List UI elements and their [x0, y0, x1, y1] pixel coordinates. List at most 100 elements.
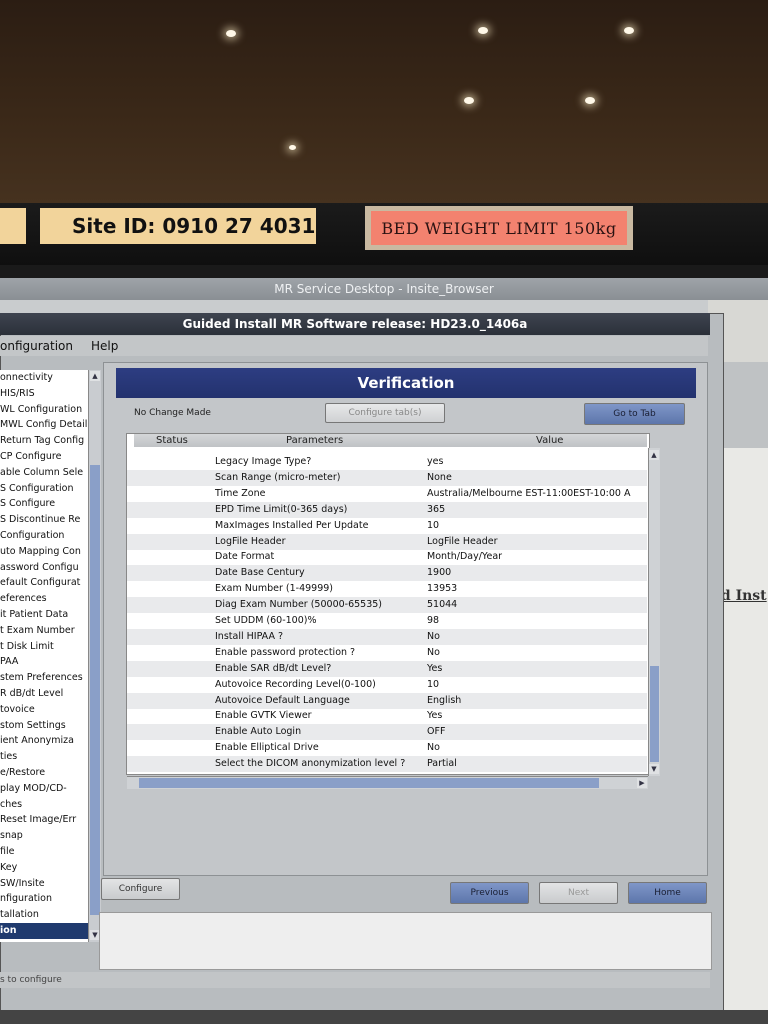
scroll-up-icon[interactable]: ▲ [649, 450, 659, 460]
tree-item[interactable]: t Exam Number [0, 623, 88, 639]
table-row[interactable]: Autovoice Recording Level(0-100) 10 [127, 677, 647, 693]
table-row[interactable]: Select the DICOM anonymization level ? Pa… [127, 756, 647, 773]
tree-item[interactable]: PAA [0, 654, 88, 670]
tree-item[interactable]: stem Preferences [0, 670, 88, 686]
table-horizontal-scrollbar[interactable]: ▶ [127, 776, 648, 789]
menu-bar: onfiguration Help [0, 336, 708, 356]
tree-item[interactable]: t Disk Limit [0, 639, 88, 655]
tree-item[interactable]: ches [0, 797, 88, 813]
table-row[interactable]: Enable GVTK Viewer Yes [127, 708, 647, 724]
parameter-name: EPD Time Limit(0-365 days) [215, 503, 348, 515]
parameter-value: 365 [427, 503, 446, 515]
tree-item[interactable]: eferences [0, 591, 88, 607]
go-to-tab-button[interactable]: Go to Tab [584, 403, 685, 425]
tree-item[interactable]: MWL Config Detail [0, 417, 88, 433]
table-row[interactable]: Install HIPAA ? No [127, 628, 647, 645]
table-header: Status Parameters Value [134, 434, 647, 447]
tree-item[interactable]: R dB/dt Level [0, 686, 88, 702]
tree-item[interactable]: efault Configurat [0, 575, 88, 591]
table-row[interactable]: EPD Time Limit(0-365 days) 365 [127, 501, 647, 518]
menu-configuration[interactable]: onfiguration [0, 339, 73, 353]
window-title-text: Guided Install MR Software release: HD23… [182, 317, 528, 331]
previous-button[interactable]: Previous [450, 882, 529, 904]
tree-item[interactable]: CP Configure [0, 449, 88, 465]
table-row[interactable]: Set UDDM (60-100)% 98 [127, 613, 647, 629]
tree-item[interactable]: assword Configu [0, 560, 88, 576]
parameter-value: None [427, 471, 452, 483]
tree-item[interactable]: able Column Sele [0, 465, 88, 481]
parameter-name: Autovoice Default Language [215, 694, 350, 706]
site-id-sticker: Site ID: 0910 27 4031 [40, 208, 316, 244]
parameter-value: Partial [427, 758, 457, 770]
table-row[interactable]: Enable Elliptical Drive No [127, 740, 647, 756]
menu-help[interactable]: Help [91, 339, 118, 353]
next-button[interactable]: Next [539, 882, 618, 904]
tree-item[interactable]: S Configure [0, 496, 88, 512]
ceiling-light [226, 30, 236, 37]
tree-item[interactable]: Configuration [0, 528, 88, 544]
tree-scrollbar[interactable]: ▲ ▼ [88, 370, 101, 942]
tree-item[interactable]: HIS/RIS [0, 386, 88, 402]
tree-item[interactable]: S Discontinue Re [0, 512, 88, 528]
configure-button[interactable]: Configure [101, 878, 180, 900]
tree-item[interactable]: uto Mapping Con [0, 544, 88, 560]
column-parameters[interactable]: Parameters [286, 434, 343, 447]
scroll-right-icon[interactable]: ▶ [637, 778, 647, 788]
tree-item[interactable]: tovoice [0, 702, 88, 718]
tree-item[interactable]: it Patient Data [0, 607, 88, 623]
table-row[interactable]: Date Base Century 1900 [127, 565, 647, 582]
tree-item[interactable]: snap [0, 828, 88, 844]
parameter-value: No [427, 646, 440, 658]
ceiling-light [464, 97, 474, 104]
change-status-text: No Change Made [134, 408, 211, 418]
tree-item[interactable]: play MOD/CD- [0, 781, 88, 797]
column-value[interactable]: Value [536, 434, 563, 447]
parameter-value: Month/Day/Year [427, 551, 503, 563]
table-row[interactable]: Date Format Month/Day/Year [127, 549, 647, 565]
tree-item[interactable]: S Configuration [0, 481, 88, 497]
tree-item[interactable]: Return Tag Config [0, 433, 88, 449]
table-row[interactable]: Time Zone Australia/Melbourne EST-11:00ES… [127, 486, 647, 502]
screen-top-edge [0, 265, 768, 279]
tree-item[interactable]: file [0, 844, 88, 860]
configure-tabs-button[interactable]: Configure tab(s) [325, 403, 445, 423]
table-row[interactable]: LogFile Header LogFile Header [127, 533, 647, 550]
tree-item[interactable]: ient Anonymiza [0, 733, 88, 749]
table-row[interactable]: Scan Range (micro-meter) None [127, 469, 647, 486]
home-button[interactable]: Home [628, 882, 707, 904]
table-row[interactable]: Diag Exam Number (50000-65535) 51044 [127, 597, 647, 614]
parameter-name: Scan Range (micro-meter) [215, 471, 341, 483]
table-row[interactable]: Legacy Image Type? yes [127, 454, 647, 470]
table-scroll-thumb[interactable] [650, 666, 659, 762]
scroll-down-icon[interactable]: ▼ [649, 764, 659, 774]
table-hscroll-thumb[interactable] [139, 778, 599, 788]
table-row[interactable]: MaxImages Installed Per Update 10 [127, 518, 647, 534]
bed-weight-text: BED WEIGHT LIMIT 150kg [381, 218, 617, 238]
parameter-value: No [427, 630, 440, 642]
scroll-up-icon[interactable]: ▲ [90, 371, 100, 381]
tree-item[interactable]: SW/Insite [0, 876, 88, 892]
table-vertical-scrollbar[interactable]: ▲ ▼ [648, 448, 660, 776]
ceiling-light [478, 27, 488, 34]
table-row[interactable]: Enable Auto Login OFF [127, 724, 647, 741]
parameter-name: Set UDDM (60-100)% [215, 615, 317, 626]
table-row[interactable]: Enable SAR dB/dt Level? Yes [127, 660, 647, 677]
tree-item[interactable]: ties [0, 749, 88, 765]
tree-item[interactable]: e/Restore [0, 765, 88, 781]
tree-item[interactable]: Reset Image/Err [0, 812, 88, 828]
tree-scroll-thumb[interactable] [90, 465, 100, 915]
table-row[interactable]: Autovoice Default Language English [127, 692, 647, 709]
tree-item[interactable]: onnectivity [0, 370, 88, 386]
tree-item[interactable]: tallation [0, 907, 88, 923]
configuration-tree[interactable]: onnectivity HIS/RIS WL Configuration MWL Co… [0, 370, 89, 942]
tree-item[interactable]: nfiguration [0, 891, 88, 907]
tree-item[interactable]: Key [0, 860, 88, 876]
table-row[interactable]: Exam Number (1-49999) 13953 [127, 581, 647, 597]
tree-item[interactable]: ion [0, 922, 88, 939]
parameter-value: OFF [427, 726, 446, 738]
tree-item[interactable]: stom Settings [0, 718, 88, 734]
table-row[interactable]: Enable password protection ? No [127, 645, 647, 661]
column-status[interactable]: Status [156, 434, 188, 447]
status-bar: s to configure [0, 972, 710, 988]
tree-item[interactable]: WL Configuration [0, 402, 88, 418]
